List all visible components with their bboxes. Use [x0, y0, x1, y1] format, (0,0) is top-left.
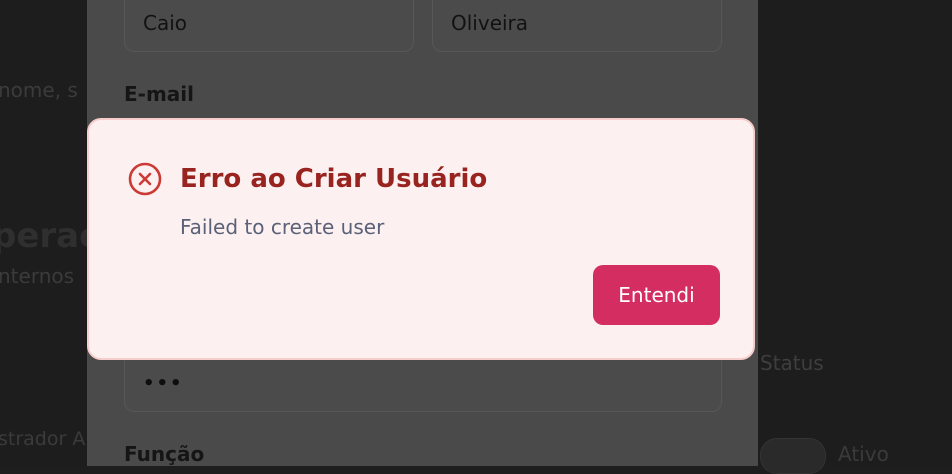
error-circle-x-icon — [128, 162, 162, 196]
background-text: nome, s — [0, 78, 78, 102]
last-name-field[interactable]: Oliveira — [432, 0, 722, 52]
active-toggle-label: Ativo — [838, 442, 889, 466]
dialog-title: Erro ao Criar Usuário — [180, 164, 488, 194]
last-name-value: Oliveira — [451, 11, 529, 35]
background-subtext: nternos — [0, 264, 75, 288]
first-name-value: Caio — [143, 11, 188, 35]
email-label: E-mail — [124, 82, 195, 106]
background-role-text: strador A — [0, 428, 86, 450]
active-toggle[interactable] — [760, 438, 826, 474]
dialog-message: Failed to create user — [180, 215, 385, 239]
password-value: ••• — [143, 373, 184, 394]
error-dialog: Erro ao Criar Usuário Failed to create u… — [87, 118, 755, 360]
first-name-field[interactable]: Caio — [124, 0, 414, 52]
status-label: Status — [760, 351, 824, 375]
role-label: Função — [124, 442, 205, 466]
background-heading: perac — [0, 216, 100, 256]
confirm-button[interactable]: Entendi — [593, 265, 720, 325]
